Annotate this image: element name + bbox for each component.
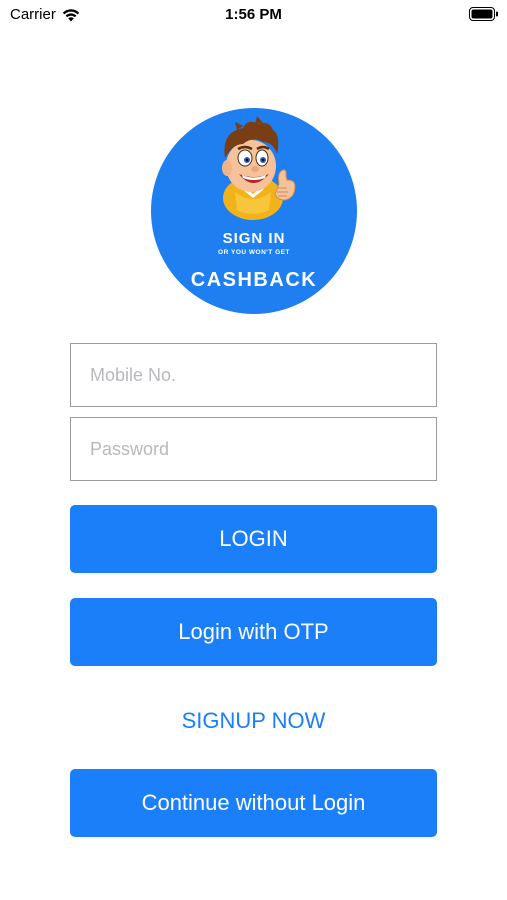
- continue-without-login-button[interactable]: Continue without Login: [70, 769, 437, 837]
- app-logo: SIGN IN OR YOU WON'T GET CASHBACK: [151, 108, 357, 314]
- logo-subtitle-text: OR YOU WON'T GET: [218, 249, 290, 256]
- login-with-otp-button[interactable]: Login with OTP: [70, 598, 437, 666]
- status-time: 1:56 PM: [225, 6, 282, 23]
- battery-icon: [469, 7, 498, 21]
- login-button[interactable]: LOGIN: [70, 505, 437, 573]
- logo-sign-in-text: SIGN IN: [222, 230, 286, 247]
- logo-cashback-text: CASHBACK: [190, 269, 318, 291]
- status-bar: Carrier 1:56 PM: [0, 0, 507, 30]
- mobile-number-input[interactable]: [70, 343, 437, 407]
- mascot-icon: [222, 116, 296, 220]
- password-input[interactable]: [70, 417, 437, 481]
- signup-now-link[interactable]: SIGNUP NOW: [70, 708, 437, 734]
